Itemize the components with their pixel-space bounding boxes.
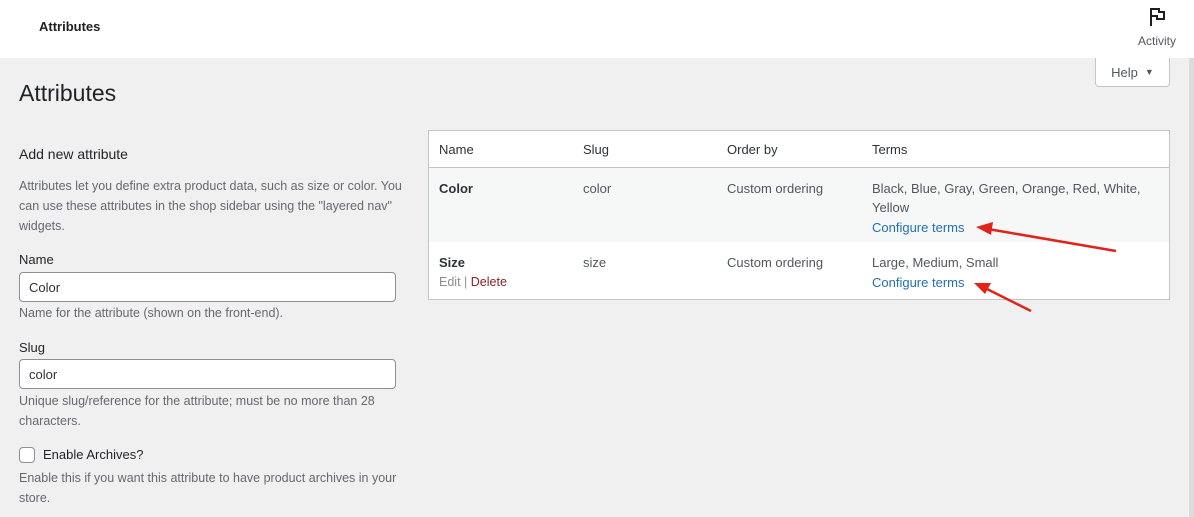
column-name[interactable]: Name <box>439 142 474 157</box>
attributes-table: Name Slug Order by Terms Color color Cus… <box>428 130 1170 300</box>
help-label: Help <box>1111 64 1138 80</box>
edit-link[interactable]: Edit <box>439 275 461 289</box>
column-order-by: Order by <box>727 142 778 157</box>
row-actions: Edit | Delete <box>439 275 507 289</box>
activity-button[interactable]: Activity <box>1128 6 1186 52</box>
scrollbar-track[interactable] <box>1189 58 1194 517</box>
name-label: Name <box>19 252 54 267</box>
delete-link[interactable]: Delete <box>471 275 507 289</box>
row-slug: color <box>583 181 612 196</box>
row-name[interactable]: Color <box>439 179 473 198</box>
enable-archives-label[interactable]: Enable Archives? <box>43 447 143 462</box>
row-terms: Large, Medium, Small <box>872 255 999 270</box>
activity-label: Activity <box>1137 34 1176 48</box>
row-terms: Black, Blue, Gray, Green, Orange, Red, W… <box>872 181 1141 215</box>
slug-label: Slug <box>19 340 46 355</box>
top-bar: Attributes Activity <box>0 0 1194 58</box>
form-heading: Add new attribute <box>19 146 128 162</box>
table-header: Name Slug Order by Terms <box>429 131 1169 168</box>
row-order-by: Custom ordering <box>727 181 824 196</box>
column-terms: Terms <box>872 142 908 157</box>
row-name[interactable]: Size <box>439 253 465 272</box>
flag-icon <box>1150 8 1165 26</box>
action-separator: | <box>464 275 468 289</box>
slug-help: Unique slug/reference for the attribute;… <box>19 394 375 428</box>
table-row: Color color Custom ordering Black, Blue,… <box>429 168 1169 242</box>
name-help: Name for the attribute (shown on the fro… <box>19 306 284 320</box>
caret-down-icon: ▼ <box>1144 67 1154 77</box>
archives-help: Enable this if you want this attribute t… <box>19 471 397 505</box>
help-button[interactable]: Help ▼ <box>1095 58 1170 87</box>
name-input[interactable] <box>19 272 396 302</box>
form-intro: Attributes let you define extra product … <box>19 179 402 233</box>
slug-input[interactable] <box>19 359 396 389</box>
row-slug: size <box>583 255 607 270</box>
column-slug: Slug <box>583 142 610 157</box>
configure-terms-link[interactable]: Configure terms <box>872 218 964 237</box>
table-row: Size Edit | Delete size Custom ordering … <box>429 242 1169 299</box>
configure-terms-link[interactable]: Configure terms <box>872 273 964 292</box>
header-title: Attributes <box>39 19 101 34</box>
row-order-by: Custom ordering <box>727 255 824 270</box>
enable-archives-checkbox[interactable] <box>19 447 35 463</box>
page-title: Attributes <box>19 80 117 106</box>
